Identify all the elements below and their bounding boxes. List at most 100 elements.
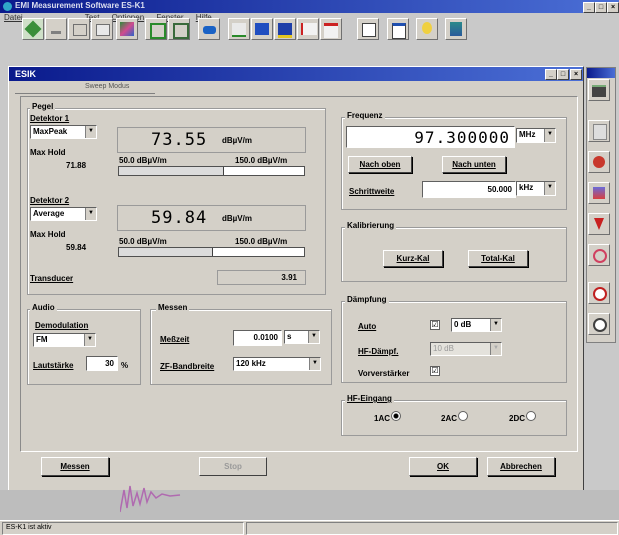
total-kal-button[interactable]: Total-Kal — [468, 250, 528, 267]
bar1-min-label: 50.0 dBµV/m — [119, 156, 167, 165]
side-filter-icon[interactable] — [588, 213, 610, 235]
level2-value: 59.84 — [151, 208, 208, 228]
hf-input-2dc-label: 2DC — [509, 414, 526, 423]
demod-label: Demodulation — [35, 321, 89, 330]
app-close-button[interactable]: × — [607, 2, 619, 13]
level1-value: 73.55 — [151, 130, 208, 150]
frequenz-input[interactable]: 97.300000 — [346, 126, 515, 148]
tool-table-icon[interactable] — [68, 18, 90, 40]
auto-atten-select[interactable]: 0 dB ▼ — [451, 318, 502, 332]
abbrechen-button[interactable]: Abbrechen — [487, 457, 555, 476]
messzeit-unit-select[interactable]: s ▼ — [284, 330, 320, 344]
side-antenna-icon[interactable] — [588, 151, 610, 173]
hf-input-2dc-radio[interactable] — [526, 411, 536, 421]
detektor1-label: Detektor 1 — [30, 114, 70, 123]
tool-colors-icon[interactable] — [116, 18, 138, 40]
tool-report-icon[interactable] — [320, 18, 342, 40]
app-maximize-button[interactable]: □ — [595, 2, 607, 13]
lautstaerke-label: Lautstärke — [33, 361, 74, 370]
detektor1-select[interactable]: MaxPeak ▼ — [30, 125, 97, 139]
demod-select[interactable]: FM ▼ — [33, 333, 96, 347]
auto-label: Auto — [358, 322, 377, 331]
level1-display: 73.55 dBµV/m — [117, 127, 306, 153]
esik-maximize-button[interactable]: □ — [557, 69, 569, 80]
app-title-bar: EMI Measurement Software ES-K1 _ □ × — [0, 0, 619, 13]
daempfung-title: Dämpfung — [345, 295, 389, 304]
vorverstaerker-label: Vorverstärker — [358, 369, 410, 378]
side-stop-icon[interactable] — [588, 282, 610, 304]
esik-minimize-button[interactable]: _ — [545, 69, 557, 80]
messen-button[interactable]: Messen — [41, 457, 109, 476]
status-text: ES-K1 ist aktiv — [6, 524, 52, 531]
stop-button[interactable]: Stop — [199, 457, 267, 476]
hf-input-1ac-label: 1AC — [374, 414, 391, 423]
schrittweite-unit-select[interactable]: kHz ▼ — [516, 181, 556, 196]
tool-help-bulb-icon[interactable] — [416, 18, 438, 40]
messzeit-input[interactable]: 0.0100 — [233, 330, 282, 346]
side-toolbar-title — [587, 68, 615, 78]
tool-split-icon[interactable] — [357, 18, 379, 40]
messen-title: Messen — [156, 303, 190, 312]
messzeit-label: Meßzeit — [160, 335, 190, 344]
side-target-icon[interactable] — [588, 244, 610, 266]
status-pane-2 — [246, 522, 618, 535]
tool-scan-icon[interactable] — [145, 18, 167, 40]
lautstaerke-input[interactable]: 30 — [86, 356, 118, 371]
level1-bar-fill — [119, 167, 224, 175]
hf-input-1ac-radio[interactable] — [391, 411, 401, 421]
maxhold2-value: 59.84 — [66, 243, 87, 252]
tool-window-icon[interactable] — [387, 18, 409, 40]
side-monitor-icon[interactable] — [588, 79, 610, 101]
tool-settings-icon[interactable] — [22, 18, 44, 40]
tool-chart-icon[interactable] — [45, 18, 67, 40]
frequenz-title: Frequenz — [345, 111, 385, 120]
hf-input-2ac-radio[interactable] — [458, 411, 468, 421]
hf-daempf-select[interactable]: 10 dB ▼ — [430, 342, 502, 356]
level2-unit: dBµV/m — [222, 214, 252, 223]
zf-select[interactable]: 120 kHz ▼ — [233, 357, 321, 371]
status-pane: ES-K1 ist aktiv — [2, 522, 244, 535]
transducer-field: 3.91 — [217, 270, 306, 285]
tab-sweep-modus[interactable]: Sweep Modus — [15, 83, 155, 94]
app-title: EMI Measurement Software ES-K1 — [15, 1, 145, 10]
kurz-kal-button[interactable]: Kurz-Kal — [383, 250, 443, 267]
vorverstaerker-checkbox[interactable]: ☑ — [430, 366, 440, 376]
maxhold2-label: Max Hold — [30, 230, 66, 239]
kalibrierung-group — [341, 227, 567, 282]
level1-bar — [118, 166, 305, 176]
frequenz-unit-select[interactable]: MHz ▼ — [516, 128, 556, 143]
tool-user-icon[interactable] — [445, 18, 467, 40]
ok-button[interactable]: OK — [409, 457, 477, 476]
tool-grid-icon[interactable] — [91, 18, 113, 40]
app-minimize-button[interactable]: _ — [583, 2, 595, 13]
nach-unten-button[interactable]: Nach unten — [442, 156, 506, 173]
side-page-icon[interactable] — [588, 120, 610, 142]
tool-display-icon[interactable] — [251, 18, 273, 40]
tool-limit-icon[interactable] — [297, 18, 319, 40]
pegel-title: Pegel — [30, 102, 56, 111]
hf-input-2ac-label: 2AC — [441, 414, 458, 423]
tool-spectrum-icon[interactable] — [228, 18, 250, 40]
detektor2-label: Detektor 2 — [30, 196, 70, 205]
side-chart-icon[interactable] — [588, 182, 610, 204]
tool-graph-icon[interactable] — [274, 18, 296, 40]
status-bar: ES-K1 ist aktiv — [0, 520, 619, 535]
level2-bar — [118, 247, 305, 257]
level2-display: 59.84 dBµV/m — [117, 205, 306, 231]
detektor2-select[interactable]: Average ▼ — [30, 207, 97, 221]
esik-close-button[interactable]: × — [570, 69, 582, 80]
esik-title-bar: ESIK _ □ × — [9, 67, 583, 81]
schrittweite-input[interactable]: 50.000 — [422, 181, 516, 198]
level1-unit: dBµV/m — [222, 136, 252, 145]
hf-eingang-title: HF-Eingang — [345, 394, 394, 403]
schrittweite-label: Schrittweite — [349, 187, 395, 196]
menu-datei[interactable]: Datei — [4, 13, 23, 22]
nach-oben-button[interactable]: Nach oben — [348, 156, 412, 173]
side-face-icon[interactable] — [588, 313, 610, 335]
level2-bar-fill — [119, 248, 213, 256]
tool-sweep-icon[interactable] — [168, 18, 190, 40]
auto-checkbox[interactable]: ☑ — [430, 320, 440, 330]
tool-receiver-icon[interactable] — [198, 18, 220, 40]
maxhold1-label: Max Hold — [30, 148, 66, 157]
bar2-max-label: 150.0 dBµV/m — [235, 237, 288, 246]
